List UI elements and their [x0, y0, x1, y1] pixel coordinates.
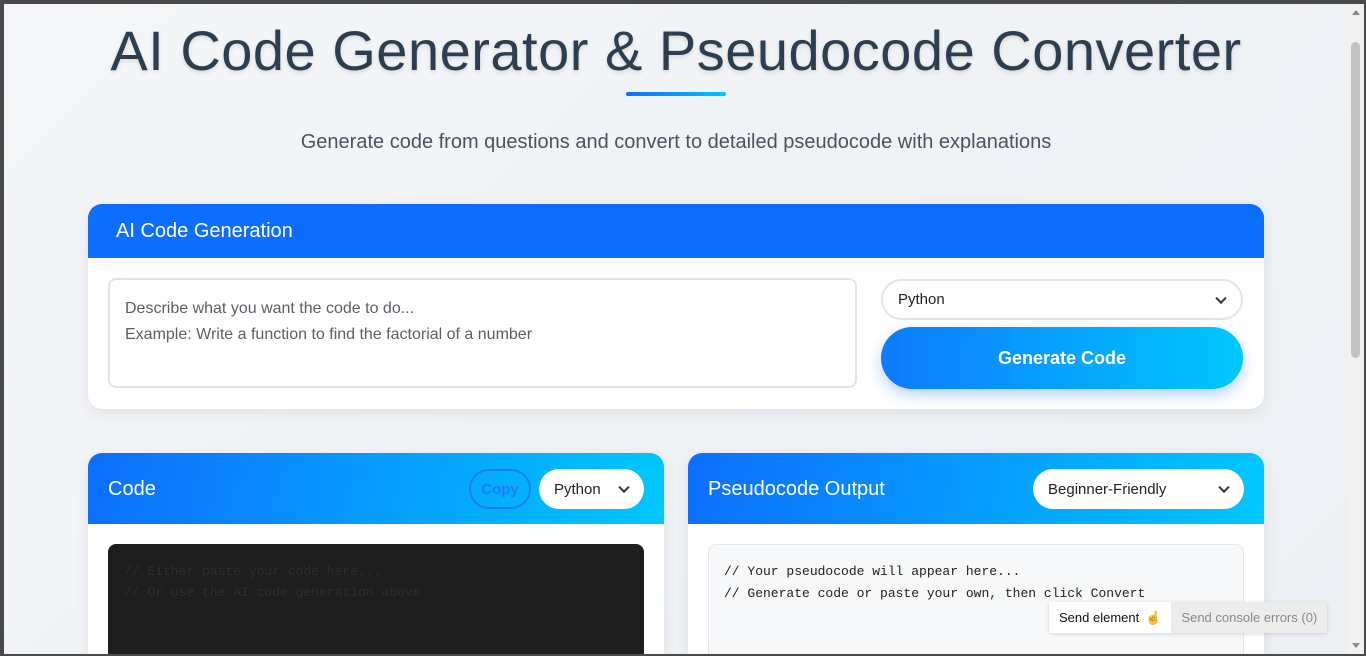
page-subtitle: Generate code from questions and convert…: [300, 131, 1052, 153]
page-title: AI Code Generator & Pseudocode Converter: [110, 19, 1242, 82]
explanation-level-select[interactable]: Beginner-Friendly: [1033, 469, 1244, 509]
scrollbar-thumb[interactable]: [1351, 42, 1360, 358]
code-language-value: Python: [554, 480, 601, 498]
code-panel-title: Code: [108, 478, 156, 500]
send-console-errors-button[interactable]: Send console errors (0): [1171, 602, 1328, 633]
copy-button[interactable]: Copy: [469, 469, 531, 509]
chevron-down-icon: [1215, 292, 1227, 304]
devtools-toolbar: Send element ☝ Send console errors (0): [1049, 602, 1328, 633]
explanation-level-value: Beginner-Friendly: [1048, 480, 1167, 498]
pseudocode-output: // Your pseudocode will appear here... /…: [708, 544, 1244, 654]
code-panel: Code Copy Python // Either paste your co…: [88, 453, 664, 654]
page-scrollbar[interactable]: [1348, 4, 1364, 654]
code-panel-header: Code Copy Python: [88, 453, 664, 524]
prompt-input[interactable]: Describe what you want the code to do...…: [108, 278, 857, 388]
pseudocode-panel-header: Pseudocode Output Beginner-Friendly: [688, 453, 1264, 524]
app-viewport: AI Code Generator & Pseudocode Converter…: [4, 4, 1348, 654]
generate-code-button[interactable]: Generate Code: [881, 327, 1243, 389]
send-element-button[interactable]: Send element ☝: [1049, 602, 1172, 633]
scroll-down-icon[interactable]: [1352, 643, 1360, 648]
pointer-hand-icon: ☝: [1145, 609, 1162, 625]
generation-language-select[interactable]: Python: [881, 279, 1243, 320]
chevron-down-icon: [1218, 481, 1230, 494]
pseudocode-panel-title: Pseudocode Output: [708, 478, 885, 500]
send-element-label: Send element: [1059, 610, 1140, 625]
chevron-down-icon: [618, 481, 630, 494]
scroll-up-icon[interactable]: [1352, 10, 1360, 15]
title-underline: [626, 92, 726, 96]
code-generation-header: AI Code Generation: [88, 204, 1264, 258]
code-generation-card: AI Code Generation Describe what you wan…: [88, 204, 1264, 409]
code-editor[interactable]: // Either paste your code here... // Or …: [108, 544, 644, 654]
generation-language-value: Python: [898, 291, 945, 308]
code-language-select[interactable]: Python: [539, 469, 644, 509]
